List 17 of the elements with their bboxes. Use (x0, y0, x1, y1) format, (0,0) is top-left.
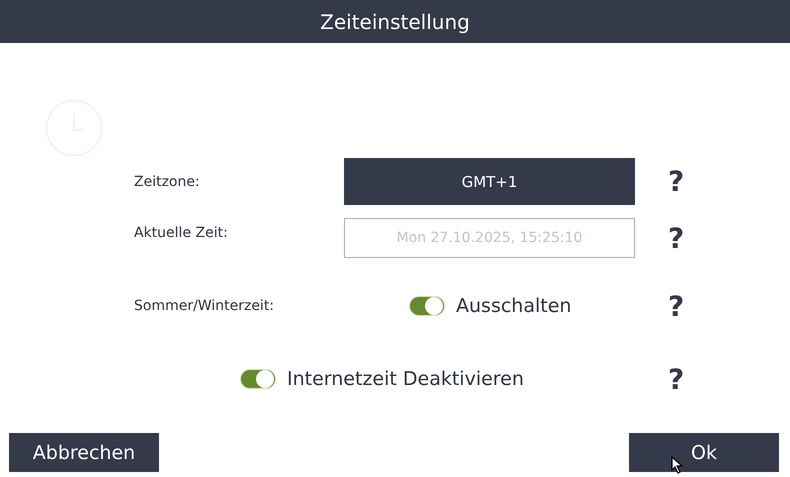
field-label: Aktuelle Zeit: (134, 225, 228, 241)
window-title: Zeiteinstellung (320, 10, 470, 34)
field-label: Zeitzone: (134, 174, 200, 190)
help-icon[interactable]: ? (668, 362, 684, 396)
time-field[interactable]: Mon 27.10.2025, 15:25:10 (344, 218, 635, 258)
toggle-label: Internetzeit Deaktivieren (287, 368, 524, 390)
dialog-button[interactable]: Ok (629, 433, 779, 472)
help-icon[interactable]: ? (668, 165, 684, 198)
toggle-label: Ausschalten (456, 295, 572, 317)
timezone-button[interactable]: GMT+1 (344, 158, 635, 205)
help-icon[interactable]: ? (668, 222, 684, 254)
field-label: Sommer/Winterzeit: (134, 298, 274, 314)
help-icon[interactable]: ? (668, 290, 684, 322)
toggle-switch[interactable] (409, 296, 445, 316)
mouse-pointer-icon (671, 456, 685, 474)
dialog-button[interactable]: Abbrechen (9, 433, 159, 472)
toggle-switch[interactable] (240, 369, 276, 389)
